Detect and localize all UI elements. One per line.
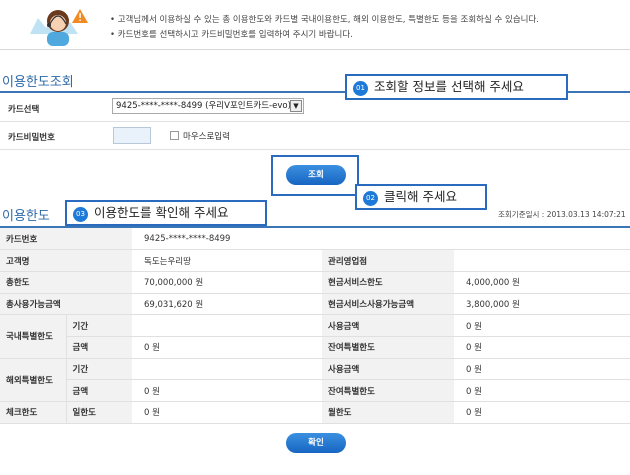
table-row: 총사용가능금액 69,031,620 원 현금서비스사용가능금액 3,800,0… xyxy=(0,293,630,316)
table-row: 국내특별한도 기간 사용금액 0 원 xyxy=(0,314,630,359)
customer-value: 독도는우리땅 xyxy=(132,249,322,272)
card-select-label: 카드선택 xyxy=(8,105,40,115)
callout-step-3: 03 이용한도를 확인해 주세요 xyxy=(65,200,267,226)
table-row: 카드번호 9425-****-****-8499 xyxy=(0,228,630,251)
cash-available-value: 3,800,000 원 xyxy=(454,293,630,316)
callout-text-2: 클릭해 주세요 xyxy=(384,189,457,204)
notice-box: • 고객님께서 이용하실 수 있는 총 이용한도와 카드별 국내이용한도, 해외… xyxy=(0,0,630,50)
mouse-input-label: 마우스로입력 xyxy=(183,132,230,142)
limits-section-title: 이용한도 xyxy=(2,209,50,224)
chevron-down-icon[interactable]: ▼ xyxy=(290,100,302,112)
overseas-used-value: 0 원 xyxy=(454,358,630,381)
domestic-period-value xyxy=(132,314,322,337)
domestic-amount-value: 0 원 xyxy=(132,336,322,359)
limits-table: 카드번호 9425-****-****-8499 고객명 독도는우리땅 관리영업… xyxy=(0,228,630,424)
domestic-remaining-label: 잔여특별한도 xyxy=(322,336,454,359)
table-row: 해외특별한도 기간 사용금액 0 원 xyxy=(0,358,630,403)
table-row: 총한도 70,000,000 원 현금서비스한도 4,000,000 원 xyxy=(0,271,630,294)
domestic-remaining-value: 0 원 xyxy=(454,336,630,359)
overseas-amount-label: 금액 xyxy=(65,379,132,402)
step-badge-1: 01 xyxy=(353,81,368,96)
domestic-used-value: 0 원 xyxy=(454,314,630,337)
password-label: 카드비밀번호 xyxy=(8,133,55,143)
available-label: 총사용가능금액 xyxy=(0,293,132,316)
password-row: 카드비밀번호 xyxy=(0,122,630,150)
branch-label: 관리영업점 xyxy=(322,249,454,272)
daily-limit-label: 일한도 xyxy=(65,401,132,424)
step-badge-3: 03 xyxy=(73,207,88,222)
monthly-limit-label: 월한도 xyxy=(322,401,454,424)
card-password-input[interactable] xyxy=(113,127,151,144)
overseas-period-value xyxy=(132,358,322,381)
table-row: 금액 0 원 잔여특별한도 0 원 xyxy=(0,379,630,402)
cash-limit-label: 현금서비스한도 xyxy=(322,271,454,294)
notice-line-1: • 고객님께서 이용하실 수 있는 총 이용한도와 카드별 국내이용한도, 해외… xyxy=(110,15,540,25)
table-row: 고객명 독도는우리땅 관리영업점 xyxy=(0,249,630,272)
overseas-special-label: 해외특별한도 xyxy=(0,358,66,403)
search-button[interactable]: 조회 xyxy=(286,165,346,185)
card-no-value: 9425-****-****-8499 xyxy=(132,228,630,251)
overseas-amount-value: 0 원 xyxy=(132,379,322,402)
cash-available-label: 현금서비스사용가능금액 xyxy=(322,293,454,316)
card-no-label: 카드번호 xyxy=(0,228,132,251)
inquiry-section-title: 이용한도조회 xyxy=(2,75,74,90)
branch-value xyxy=(454,249,630,272)
table-row: 체크한도 일한도 0 원 월한도 0 원 xyxy=(0,401,630,424)
customer-label: 고객명 xyxy=(0,249,132,272)
available-value: 69,031,620 원 xyxy=(132,293,322,316)
callout-text-3: 이용한도를 확인해 주세요 xyxy=(94,205,229,220)
domestic-period-label: 기간 xyxy=(65,314,132,337)
as-of-datetime: 조회기준일시 : 2013.03.13 14:07:21 xyxy=(498,210,626,219)
check-limit-label: 체크한도 xyxy=(0,401,66,424)
customer-service-icon xyxy=(30,9,88,46)
domestic-special-label: 국내특별한도 xyxy=(0,314,66,359)
card-select-value: 9425-****-****-8499 (우리V포인트카드-evo) xyxy=(116,101,291,111)
overseas-period-label: 기간 xyxy=(65,358,132,381)
callout-step-1: 01 조회할 정보를 선택해 주세요 xyxy=(345,74,568,100)
overseas-used-label: 사용금액 xyxy=(322,358,454,381)
overseas-remaining-value: 0 원 xyxy=(454,379,630,402)
total-limit-label: 총한도 xyxy=(0,271,132,294)
table-row: 금액 0 원 잔여특별한도 0 원 xyxy=(0,336,630,359)
cash-limit-value: 4,000,000 원 xyxy=(454,271,630,294)
domestic-used-label: 사용금액 xyxy=(322,314,454,337)
domestic-amount-label: 금액 xyxy=(65,336,132,359)
notice-text: • 고객님께서 이용하실 수 있는 총 이용한도와 카드별 국내이용한도, 해외… xyxy=(110,13,539,43)
confirm-button[interactable]: 확인 xyxy=(286,433,346,453)
notice-line-2: • 카드번호를 선택하시고 카드비밀번호를 입력하여 주시기 바랍니다. xyxy=(110,30,353,40)
callout-text-1: 조회할 정보를 선택해 주세요 xyxy=(374,79,524,94)
daily-limit-value: 0 원 xyxy=(132,401,322,424)
callout-step-2: 02 클릭해 주세요 xyxy=(355,184,487,210)
card-select-dropdown[interactable]: 9425-****-****-8499 (우리V포인트카드-evo) ▼ xyxy=(112,98,304,114)
step-badge-2: 02 xyxy=(363,191,378,206)
total-limit-value: 70,000,000 원 xyxy=(132,271,322,294)
overseas-remaining-label: 잔여특별한도 xyxy=(322,379,454,402)
monthly-limit-value: 0 원 xyxy=(454,401,630,424)
mouse-input-checkbox[interactable] xyxy=(170,131,179,140)
